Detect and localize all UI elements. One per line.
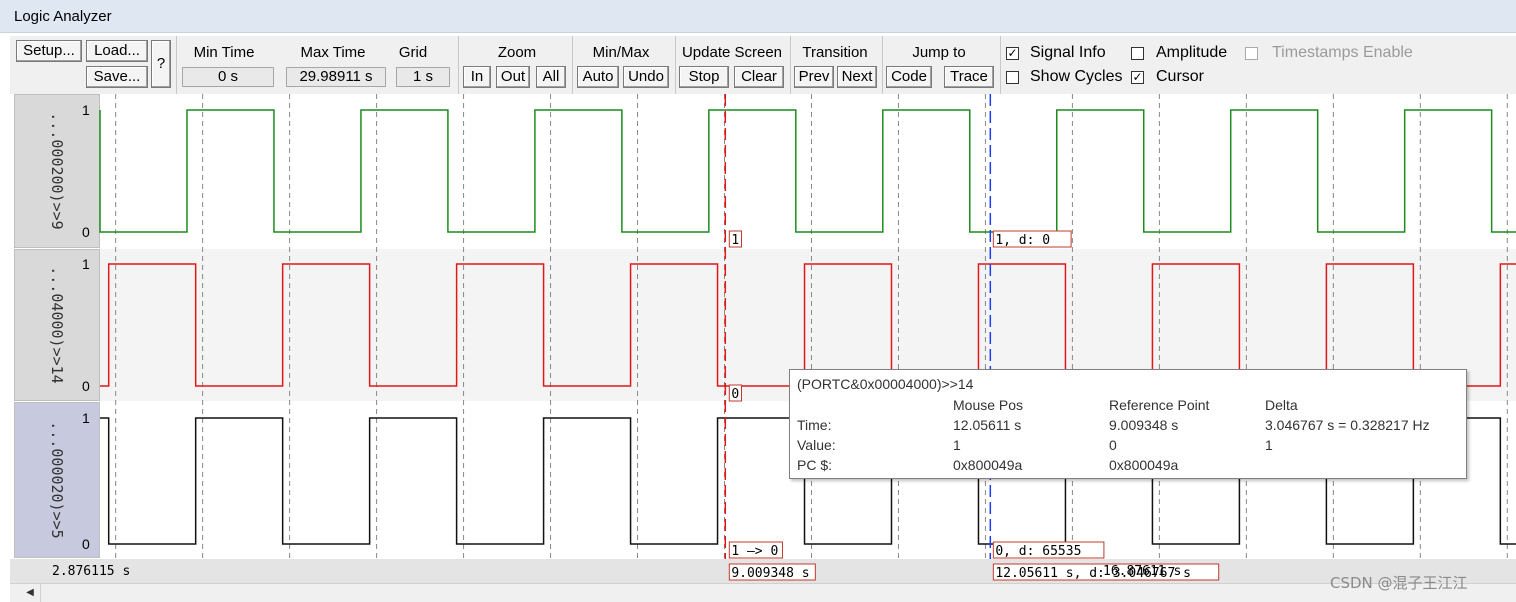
signal-info-checkbox[interactable]: ✓ xyxy=(1006,47,1019,60)
sig2-cursor-value: 0, d: 65535 xyxy=(995,544,1081,559)
sig0-ref-value: 1 xyxy=(731,233,739,248)
signal-1-high-label: 1 xyxy=(82,256,90,272)
minmax-undo-button[interactable]: Undo xyxy=(623,66,669,88)
show-cycles-label: Show Cycles xyxy=(1030,68,1123,85)
tooltip-row-ref: 0x800049a xyxy=(1109,457,1179,473)
sig2-ref-value: 1 —> 0 xyxy=(731,544,778,559)
tooltip-header-ref: Reference Point xyxy=(1109,397,1210,413)
tooltip-row-mouse: 12.05611 s xyxy=(953,417,1022,433)
horizontal-scrollbar[interactable]: ◀ xyxy=(10,583,1516,602)
setup-button[interactable]: Setup... xyxy=(16,40,82,62)
zoom-label: Zoom xyxy=(497,44,537,61)
save-button[interactable]: Save... xyxy=(86,66,148,88)
sig1-ref-value: 0 xyxy=(731,387,739,402)
tooltip-row-mouse: 1 xyxy=(953,437,961,453)
prev-button[interactable]: Prev xyxy=(794,66,834,88)
cursor-checkbox[interactable]: ✓ xyxy=(1131,71,1144,84)
timestamps-label: Timestamps Enable xyxy=(1272,44,1413,61)
watermark: CSDN @混子王江江 xyxy=(1330,574,1468,592)
tooltip-row-delta: 3.046767 s = 0.328217 Hz xyxy=(1265,417,1430,433)
signal-1-low-label: 0 xyxy=(82,378,90,394)
tooltip-row-delta: 1 xyxy=(1265,437,1273,453)
timeline-right: 16.87611 s xyxy=(1103,564,1181,579)
signal-info-label: Signal Info xyxy=(1030,44,1106,61)
jump-code-button[interactable]: Code xyxy=(886,66,932,88)
stop-button[interactable]: Stop xyxy=(679,66,729,88)
separator xyxy=(458,36,459,94)
tooltip-row-ref: 0 xyxy=(1109,437,1117,453)
signal-2-high-label: 1 xyxy=(82,410,90,426)
max-time-label: Max Time xyxy=(300,44,366,61)
amplitude-label: Amplitude xyxy=(1156,44,1228,61)
signal-2-low-label: 0 xyxy=(82,536,90,552)
grid-label: Grid xyxy=(398,44,428,61)
tooltip-title: (PORTC&0x00004000)>>14 xyxy=(797,376,974,392)
next-button[interactable]: Next xyxy=(837,66,877,88)
separator xyxy=(176,36,177,94)
zoom-out-button[interactable]: Out xyxy=(496,66,530,88)
signal-0-high-label: 1 xyxy=(82,102,90,118)
amplitude-checkbox[interactable] xyxy=(1131,47,1144,60)
signal-info-tooltip: (PORTC&0x00004000)>>14 Mouse Pos Referen… xyxy=(789,369,1467,479)
minmax-auto-button[interactable]: Auto xyxy=(577,66,619,88)
zoom-in-button[interactable]: In xyxy=(463,66,491,88)
waveform-area[interactable]: 1 0 1 0 1 0 1 0 1 —> 0 1, d: 0 0, d: 65535 2.876115… xyxy=(0,94,1516,583)
minmax-label: Min/Max xyxy=(592,44,650,61)
tooltip-header-delta: Delta xyxy=(1265,397,1298,413)
help-button[interactable]: ? xyxy=(151,40,171,88)
jump-to-label: Jump to xyxy=(912,44,966,61)
clear-button[interactable]: Clear xyxy=(734,66,784,88)
tooltip-row-label: PC $: xyxy=(797,457,833,473)
title-bar: Logic Analyzer xyxy=(0,0,1516,33)
timestamps-checkbox xyxy=(1245,47,1258,60)
scroll-left-icon[interactable]: ◀ xyxy=(20,584,41,602)
max-time-value: 29.98911 s xyxy=(286,67,386,87)
window-title: Logic Analyzer xyxy=(14,8,112,25)
tooltip-row-label: Value: xyxy=(797,437,836,453)
min-time-value: 0 s xyxy=(182,67,274,87)
tooltip-header-mouse: Mouse Pos xyxy=(953,397,1024,413)
signal-0-low-label: 0 xyxy=(82,224,90,240)
separator xyxy=(1000,36,1001,94)
timeline-left: 2.876115 s xyxy=(52,564,130,579)
min-time-label: Min Time xyxy=(193,44,255,61)
zoom-all-button[interactable]: All xyxy=(536,66,566,88)
transition-label: Transition xyxy=(802,44,868,61)
signal-panel-0 xyxy=(100,94,1516,248)
tooltip-row-ref: 9.009348 s xyxy=(1109,417,1179,433)
separator xyxy=(882,36,883,94)
sig0-cursor-value: 1, d: 0 xyxy=(995,233,1050,248)
update-screen-label: Update Screen xyxy=(681,44,783,61)
show-cycles-checkbox[interactable] xyxy=(1006,71,1019,84)
tooltip-row-mouse: 0x800049a xyxy=(953,457,1023,473)
separator xyxy=(790,36,791,94)
jump-trace-button[interactable]: Trace xyxy=(944,66,994,88)
cursor-label: Cursor xyxy=(1156,68,1205,85)
load-button[interactable]: Load... xyxy=(86,40,148,62)
timeline-reference: 9.009348 s xyxy=(731,566,809,581)
grid-value: 1 s xyxy=(396,67,450,87)
separator xyxy=(572,36,573,94)
tooltip-row-label: Time: xyxy=(797,417,832,433)
toolbar: Setup... Load... Save... ? Min Time 0 s … xyxy=(10,36,1516,94)
